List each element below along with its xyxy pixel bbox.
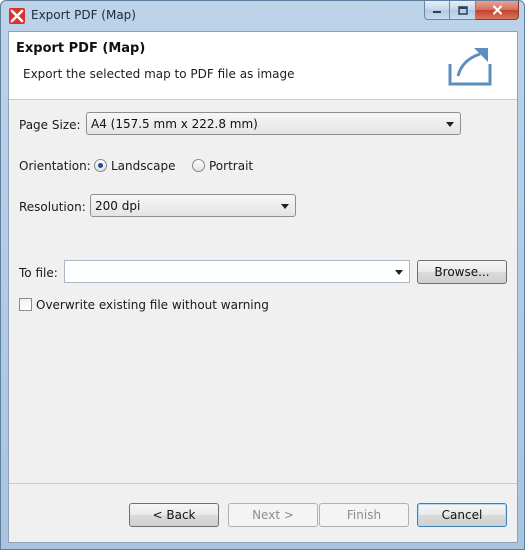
banner-description: Export the selected map to PDF file as i… bbox=[23, 67, 295, 81]
chevron-down-icon[interactable] bbox=[395, 270, 403, 275]
banner-title: Export PDF (Map) bbox=[16, 41, 146, 56]
title-bar[interactable]: Export PDF (Map) bbox=[1, 1, 524, 31]
portrait-radio-label[interactable]: Portrait bbox=[209, 159, 253, 173]
window-title: Export PDF (Map) bbox=[31, 8, 136, 22]
close-button[interactable] bbox=[476, 1, 519, 20]
to-file-label: To file: bbox=[19, 266, 58, 280]
maximize-icon bbox=[457, 5, 468, 15]
footer-divider bbox=[9, 483, 517, 484]
overwrite-checkbox-label[interactable]: Overwrite existing file without warning bbox=[36, 298, 269, 312]
close-icon bbox=[492, 5, 502, 15]
maximize-button[interactable] bbox=[450, 1, 476, 20]
landscape-radio[interactable] bbox=[94, 159, 107, 172]
cancel-button[interactable]: Cancel bbox=[417, 503, 507, 527]
radio-selected-dot bbox=[98, 163, 103, 168]
resolution-select[interactable]: 200 dpi bbox=[90, 194, 296, 217]
overwrite-checkbox[interactable] bbox=[19, 298, 32, 311]
xmind-app-icon bbox=[9, 8, 25, 24]
export-pdf-dialog-window: Export PDF (Map) Export PDF (Map) Export… bbox=[0, 0, 525, 550]
minimize-icon bbox=[433, 11, 441, 13]
next-button[interactable]: Next > bbox=[228, 503, 318, 527]
resolution-label: Resolution: bbox=[19, 200, 86, 214]
resolution-value: 200 dpi bbox=[95, 199, 141, 213]
chevron-down-icon bbox=[446, 122, 454, 127]
window-controls bbox=[424, 1, 519, 20]
chevron-down-icon bbox=[281, 204, 289, 209]
to-file-combo[interactable] bbox=[64, 260, 410, 283]
page-size-value: A4 (157.5 mm x 222.8 mm) bbox=[91, 117, 258, 131]
export-icon bbox=[448, 48, 492, 86]
landscape-radio-label[interactable]: Landscape bbox=[111, 159, 175, 173]
portrait-radio[interactable] bbox=[192, 159, 205, 172]
page-size-select[interactable]: A4 (157.5 mm x 222.8 mm) bbox=[86, 112, 461, 135]
orientation-label: Orientation: bbox=[19, 159, 91, 173]
minimize-button[interactable] bbox=[424, 1, 450, 20]
to-file-input[interactable] bbox=[67, 263, 387, 280]
finish-button[interactable]: Finish bbox=[319, 503, 409, 527]
browse-button[interactable]: Browse... bbox=[417, 260, 507, 284]
dialog-client-area: Export PDF (Map) Export the selected map… bbox=[8, 31, 518, 543]
page-size-label: Page Size: bbox=[19, 118, 81, 132]
wizard-banner: Export PDF (Map) Export the selected map… bbox=[9, 32, 517, 100]
back-button[interactable]: < Back bbox=[129, 503, 219, 527]
